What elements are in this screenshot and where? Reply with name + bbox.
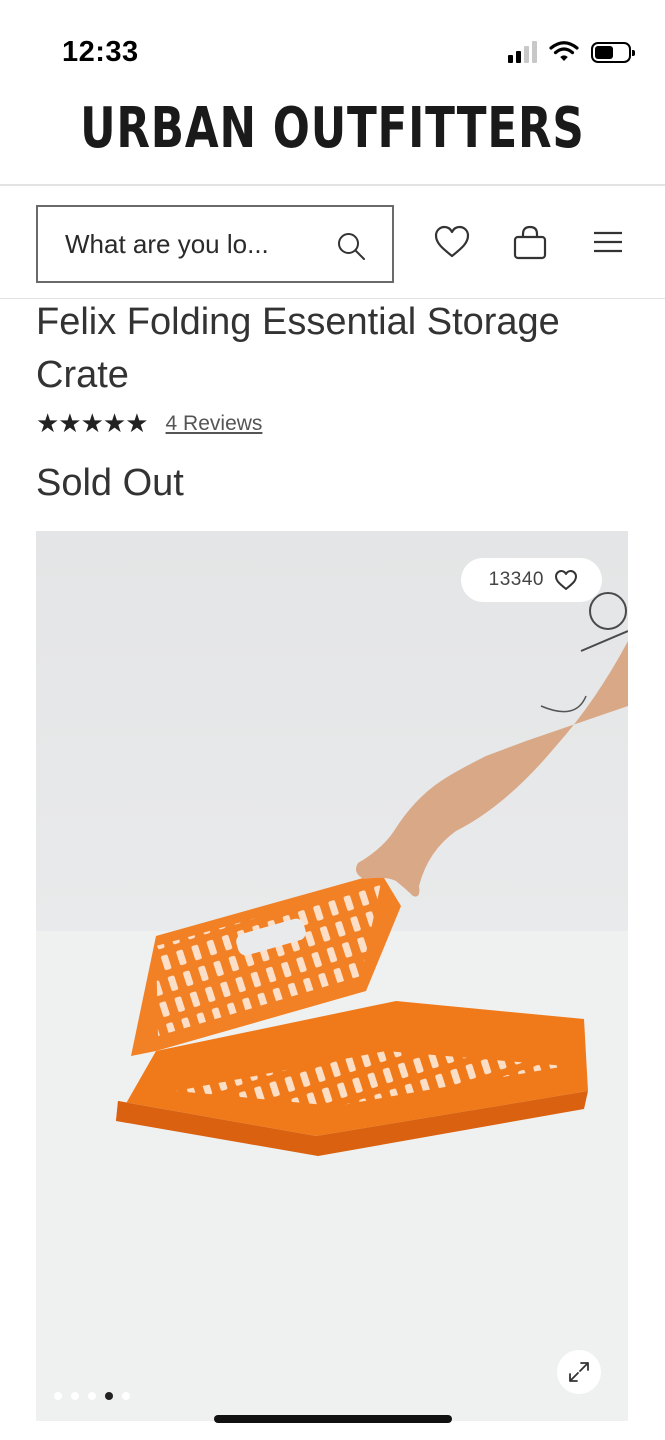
product-title: Felix Folding Essential Storage Crate [36,301,560,396]
status-icons [508,39,635,65]
availability-status: Sold Out [36,462,184,504]
favorite-count-button[interactable]: 13340 [460,558,602,602]
battery-icon [591,41,635,63]
brand-header: URBAN OUTFITTERS [0,96,665,161]
wifi-icon [549,41,579,61]
search-input[interactable] [38,227,337,261]
rating-stars: ★★★★★ [36,408,149,438]
expand-image-button[interactable] [557,1350,601,1394]
search-box[interactable] [36,205,394,283]
gallery-dot[interactable] [122,1392,130,1400]
status-bar: 12:33 [0,0,665,100]
menu-icon[interactable] [590,223,628,261]
header-divider [0,184,665,186]
product-photo [36,531,628,1421]
gallery-dot-active[interactable] [105,1392,113,1400]
gallery-dot[interactable] [71,1392,79,1400]
rating-row: ★★★★★ 4 Reviews [36,408,262,439]
brand-logo[interactable]: URBAN OUTFITTERS [80,96,584,161]
favorite-count: 13340 [488,569,544,590]
gallery-dot[interactable] [88,1392,96,1400]
gallery-dots[interactable] [54,1392,130,1400]
expand-icon [569,1362,589,1382]
status-time: 12:33 [62,36,139,68]
home-indicator[interactable] [214,1415,452,1423]
reviews-link[interactable]: 4 Reviews [166,412,263,436]
search-icon[interactable] [336,231,366,261]
product-image[interactable]: 13340 [36,531,628,1421]
bag-icon[interactable] [511,223,549,261]
cellular-signal-icon [508,41,537,63]
heart-icon[interactable] [433,223,471,261]
gallery-dot[interactable] [54,1392,62,1400]
heart-icon [555,570,577,590]
